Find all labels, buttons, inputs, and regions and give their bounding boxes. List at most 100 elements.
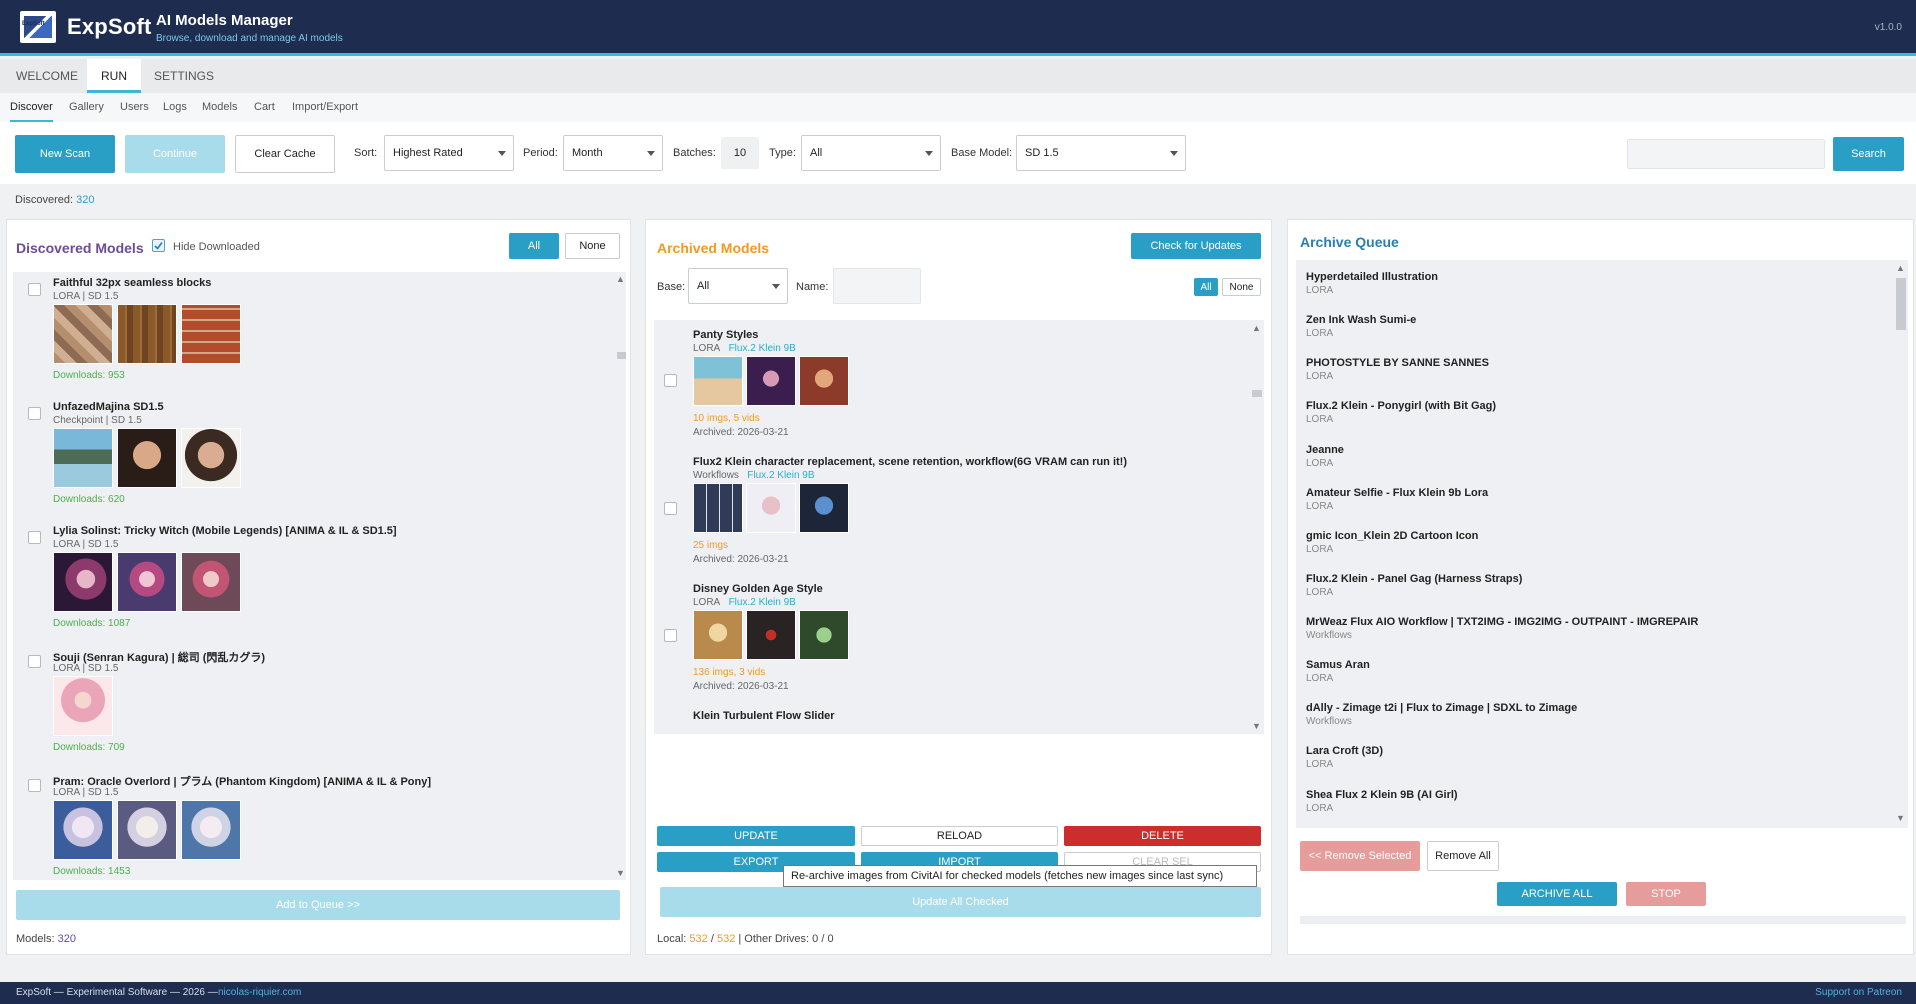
hide-downloaded-checkbox[interactable] — [152, 239, 165, 252]
scroll-down-icon[interactable]: ▼ — [616, 868, 625, 878]
queue-item-name[interactable]: PHOTOSTYLE BY SANNE SANNES — [1306, 357, 1489, 369]
support-link[interactable]: Support on Patreon — [1815, 982, 1902, 1004]
queue-item-name[interactable]: Lara Croft (3D) — [1306, 745, 1383, 757]
thumbnail[interactable] — [181, 304, 241, 364]
queue-item-name[interactable]: Samus Aran — [1306, 659, 1370, 671]
continue-button[interactable]: Continue — [125, 135, 225, 173]
thumbnail[interactable] — [53, 428, 113, 488]
scroll-up-icon[interactable]: ▲ — [1896, 263, 1905, 273]
queue-item-name[interactable]: Flux.2 Klein - Panel Gag (Harness Straps… — [1306, 573, 1522, 585]
thumbnail[interactable] — [117, 552, 177, 612]
item-checkbox[interactable] — [664, 629, 677, 642]
thumbnail[interactable] — [799, 356, 849, 406]
archived-date: Archived: 2026-03-21 — [693, 681, 789, 692]
archive-queue-list[interactable]: Hyperdetailed Illustration LORA Zen Ink … — [1296, 260, 1908, 828]
image-count: 136 imgs, 3 vids — [693, 667, 766, 678]
select-none-button[interactable]: None — [565, 233, 620, 259]
scrollbar-thumb[interactable] — [617, 352, 626, 359]
thumbnail[interactable] — [799, 610, 849, 660]
thumbnail[interactable] — [117, 304, 177, 364]
subtab-logs[interactable]: Logs — [163, 93, 187, 122]
archived-select-all-button[interactable]: All — [1194, 278, 1218, 296]
footer-link[interactable]: nicolas-riquier.com — [218, 982, 301, 1004]
scroll-up-icon[interactable]: ▲ — [616, 274, 625, 284]
thumbnail[interactable] — [181, 552, 241, 612]
item-checkbox[interactable] — [28, 531, 41, 544]
batches-input[interactable]: 10 — [721, 137, 759, 169]
queue-item-name[interactable]: Zen Ink Wash Sumi-e — [1306, 314, 1416, 326]
check-for-updates-button[interactable]: Check for Updates — [1131, 233, 1261, 259]
subtab-cart[interactable]: Cart — [254, 93, 275, 122]
update-all-checked-button[interactable]: Update All Checked — [660, 887, 1261, 917]
thumbnail[interactable] — [53, 552, 113, 612]
item-checkbox[interactable] — [664, 502, 677, 515]
thumbnail[interactable] — [693, 483, 743, 533]
thumbnail[interactable] — [746, 610, 796, 660]
model-meta: LORA | SD 1.5 — [53, 663, 119, 674]
search-button[interactable]: Search — [1833, 137, 1904, 171]
select-all-button[interactable]: All — [509, 233, 559, 259]
delete-button[interactable]: DELETE — [1064, 826, 1261, 846]
thumbnail[interactable] — [53, 304, 113, 364]
subtab-import-export[interactable]: Import/Export — [292, 93, 358, 122]
thumbnail[interactable] — [746, 356, 796, 406]
subtab-users[interactable]: Users — [120, 93, 149, 122]
remove-all-button[interactable]: Remove All — [1427, 841, 1499, 871]
queue-item-name[interactable]: Hyperdetailed Illustration — [1306, 271, 1438, 283]
archived-select-none-button[interactable]: None — [1222, 278, 1261, 296]
reload-button[interactable]: RELOAD — [861, 826, 1058, 846]
sort-select[interactable]: Highest Rated — [384, 135, 514, 171]
queue-item-name[interactable]: gmic Icon_Klein 2D Cartoon Icon — [1306, 530, 1478, 542]
clear-cache-button[interactable]: Clear Cache — [235, 135, 335, 173]
queue-item-name[interactable]: Flux.2 Klein - Ponygirl (with Bit Gag) — [1306, 400, 1496, 412]
downloads-count: Downloads: 1453 — [53, 866, 131, 877]
update-button[interactable]: UPDATE — [657, 826, 855, 846]
period-select-value: Month — [572, 147, 603, 159]
type-select[interactable]: All — [801, 135, 941, 171]
tab-settings[interactable]: SETTINGS — [140, 59, 228, 93]
queue-item-name[interactable]: dAlly - Zimage t2i | Flux to Zimage | SD… — [1306, 702, 1577, 714]
thumbnail[interactable] — [181, 428, 241, 488]
thumbnail[interactable] — [799, 483, 849, 533]
item-checkbox[interactable] — [664, 374, 677, 387]
base-model-select[interactable]: SD 1.5 — [1016, 135, 1186, 171]
scroll-down-icon[interactable]: ▼ — [1252, 721, 1261, 731]
subtab-gallery[interactable]: Gallery — [69, 93, 104, 122]
thumbnail[interactable] — [181, 800, 241, 860]
item-checkbox[interactable] — [28, 407, 41, 420]
thumbnail[interactable] — [693, 610, 743, 660]
queue-item-type: LORA — [1306, 285, 1334, 296]
remove-selected-button[interactable]: << Remove Selected — [1300, 841, 1420, 871]
thumbnail[interactable] — [746, 483, 796, 533]
thumbnail[interactable] — [53, 800, 113, 860]
tab-run[interactable]: RUN — [87, 59, 141, 93]
queue-item-name[interactable]: Shea Flux 2 Klein 9B (AI Girl) — [1306, 789, 1458, 801]
queue-item-name[interactable]: MrWeaz Flux AIO Workflow | TXT2IMG - IMG… — [1306, 616, 1698, 628]
scrollbar-thumb[interactable] — [1896, 278, 1906, 330]
archive-all-button[interactable]: ARCHIVE ALL — [1497, 882, 1617, 906]
add-to-queue-button[interactable]: Add to Queue >> — [16, 890, 620, 920]
item-checkbox[interactable] — [28, 779, 41, 792]
queue-item-name[interactable]: Jeanne — [1306, 444, 1344, 456]
item-checkbox[interactable] — [28, 655, 41, 668]
tab-welcome[interactable]: WELCOME — [2, 59, 92, 93]
archived-models-list[interactable]: Panty Styles LORA Flux.2 Klein 9B 10 img… — [654, 320, 1264, 734]
subtab-models[interactable]: Models — [202, 93, 237, 122]
search-input[interactable] — [1627, 139, 1825, 169]
name-filter-input[interactable] — [833, 268, 921, 304]
stop-button[interactable]: STOP — [1626, 882, 1706, 906]
queue-item-name[interactable]: Amateur Selfie - Flux Klein 9b Lora — [1306, 487, 1488, 499]
thumbnail[interactable] — [53, 676, 113, 736]
thumbnail[interactable] — [693, 356, 743, 406]
subtab-discover[interactable]: Discover — [10, 93, 53, 122]
new-scan-button[interactable]: New Scan — [15, 135, 115, 173]
thumbnail[interactable] — [117, 428, 177, 488]
item-checkbox[interactable] — [28, 283, 41, 296]
scrollbar-thumb[interactable] — [1252, 390, 1262, 397]
period-select[interactable]: Month — [563, 135, 663, 171]
base-filter-select[interactable]: All — [688, 268, 788, 304]
scroll-down-icon[interactable]: ▼ — [1896, 813, 1905, 823]
discovered-models-list[interactable]: Faithful 32px seamless blocks LORA | SD … — [13, 272, 626, 880]
thumbnail[interactable] — [117, 800, 177, 860]
scroll-up-icon[interactable]: ▲ — [1252, 323, 1261, 333]
